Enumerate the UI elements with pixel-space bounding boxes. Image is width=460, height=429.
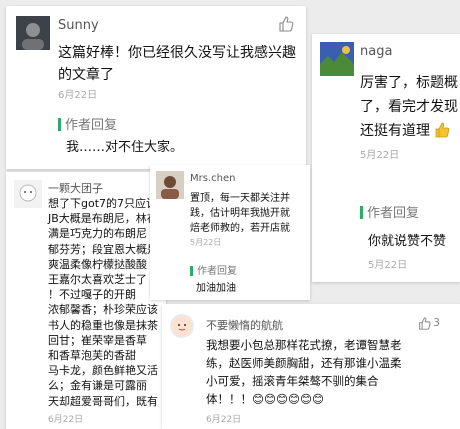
author-reply-label: 作者回复 xyxy=(58,114,117,133)
comment-card-mrs-chen: Mrs.chen 置顶，每一天都关注并 践，估计明年我抛开就 焙老师教的，若开店… xyxy=(150,165,310,300)
avatar[interactable] xyxy=(320,42,354,76)
comment-line: 书人的稳重也像是抹茶 xyxy=(48,318,158,332)
comment-date: 5月22日 xyxy=(190,238,222,247)
comment-line: 还挺有道理 xyxy=(360,123,430,139)
comment-line: 浓郁馨香；朴珍荣应该 xyxy=(48,303,158,317)
comment-line: 厉害了，标题概 xyxy=(360,75,458,91)
comment-line: 满是巧克力的布朗尼 xyxy=(48,227,147,241)
comment-line: 想了下got7的7只应该 xyxy=(48,197,158,210)
comment-line: 置顶，每一天都关注并 xyxy=(190,193,290,204)
thumbs-up-icon[interactable] xyxy=(418,315,431,334)
comment-date: 6月22日 xyxy=(206,415,242,425)
commenter-name: 一颗大团子 xyxy=(48,182,103,195)
comment-line: 回甘；崔荣宰是香草 xyxy=(48,333,147,347)
comment-line: 践，估计明年我抛开就 xyxy=(190,208,290,219)
comment-line: 王嘉尔太喜欢芝士了 xyxy=(48,273,147,287)
comment-line: 焙老师教的，若开店就 xyxy=(190,223,290,234)
comment-line: 么；金有谦是可露丽 xyxy=(48,379,147,393)
avatar[interactable] xyxy=(16,16,50,50)
comment-line: 小可爱，摇滚青年桀骜不驯的集合 xyxy=(206,374,379,388)
comment-line: 马卡龙，颜色鲜艳又活 xyxy=(48,364,158,378)
avatar[interactable] xyxy=(170,314,194,338)
thumbs-up-emoji xyxy=(434,122,450,142)
commenter-name: Mrs.chen xyxy=(190,173,236,184)
comment-line: 了，看完才发现 xyxy=(360,99,458,115)
author-reply-text: 你就说赞不赞 xyxy=(368,234,447,249)
comment-line: ！不过嘎子的开朗 xyxy=(48,288,136,302)
comment-body: 想了下got7的7只应该 JB大概是布朗尼，林在 满是巧克力的布朗尼 郁芬芳；段… xyxy=(48,196,158,409)
comment-card-dumpling: 一颗大团子 想了下got7的7只应该 JB大概是布朗尼，林在 满是巧克力的布朗尼… xyxy=(6,172,166,429)
comment-card-sunny: Sunny 这篇好棒！你已经很久没写让我感兴趣 的文章了 6月22日 作者回复 … xyxy=(6,6,306,169)
comment-date: 6月22日 xyxy=(58,90,98,101)
reply-date: 5月22日 xyxy=(368,260,408,271)
comment-line: 郁芬芳；段宜恩大概是 xyxy=(48,242,158,256)
comment-line: 这篇好棒！你已经很久没写让我感兴趣 xyxy=(58,45,296,61)
author-reply-label: 作者回复 xyxy=(360,202,419,221)
comment-line: 爽温柔像柠檬挞酸酸 xyxy=(48,257,147,271)
comment-line-with-emoji: 还挺有道理 xyxy=(360,120,450,142)
comment-line: 天却超爱哥哥们，既有 xyxy=(48,394,158,408)
comment-card-hanghang: 不要懒惰的航航 3 我想要小包总那样花式撩，老谭智慧老 练，赵医师美颜胸甜，还有… xyxy=(162,304,460,429)
comment-date: 6月22日 xyxy=(48,415,84,425)
comment-line: 和香草泡芙的香甜 xyxy=(48,349,136,363)
thumbs-up-icon[interactable] xyxy=(278,16,294,36)
comment-line: JB大概是布朗尼，林在 xyxy=(48,212,158,226)
comment-body: 我想要小包总那样花式撩，老谭智慧老 练，赵医师美颜胸甜，还有那谁小温柔 小可爱，… xyxy=(206,336,402,408)
comment-date: 5月22日 xyxy=(360,150,400,161)
author-reply-label: 作者回复 xyxy=(190,262,237,277)
comment-card-naga: naga 厉害了，标题概 了，看完才发现 还挺有道理 5月22日 作者回复 你就… xyxy=(312,34,460,282)
avatar[interactable] xyxy=(156,171,184,199)
author-reply-text: 我……对不住大家。 xyxy=(66,140,184,155)
commenter-name: 不要懒惰的航航 xyxy=(206,319,283,332)
comment-line: 体！！！😊😊😊😊😊😊 xyxy=(206,392,324,406)
avatar[interactable] xyxy=(14,180,42,208)
comment-line: 我想要小包总那样花式撩，老谭智慧老 xyxy=(206,338,402,352)
commenter-name: Sunny xyxy=(58,18,99,33)
like-count: 3 xyxy=(433,316,440,329)
comment-line: 的文章了 xyxy=(58,67,114,83)
comment-line: 练，赵医师美颜胸甜，还有那谁小温柔 xyxy=(206,356,402,370)
author-reply-text: 加油加油 xyxy=(196,283,236,294)
commenter-name: naga xyxy=(360,44,393,59)
